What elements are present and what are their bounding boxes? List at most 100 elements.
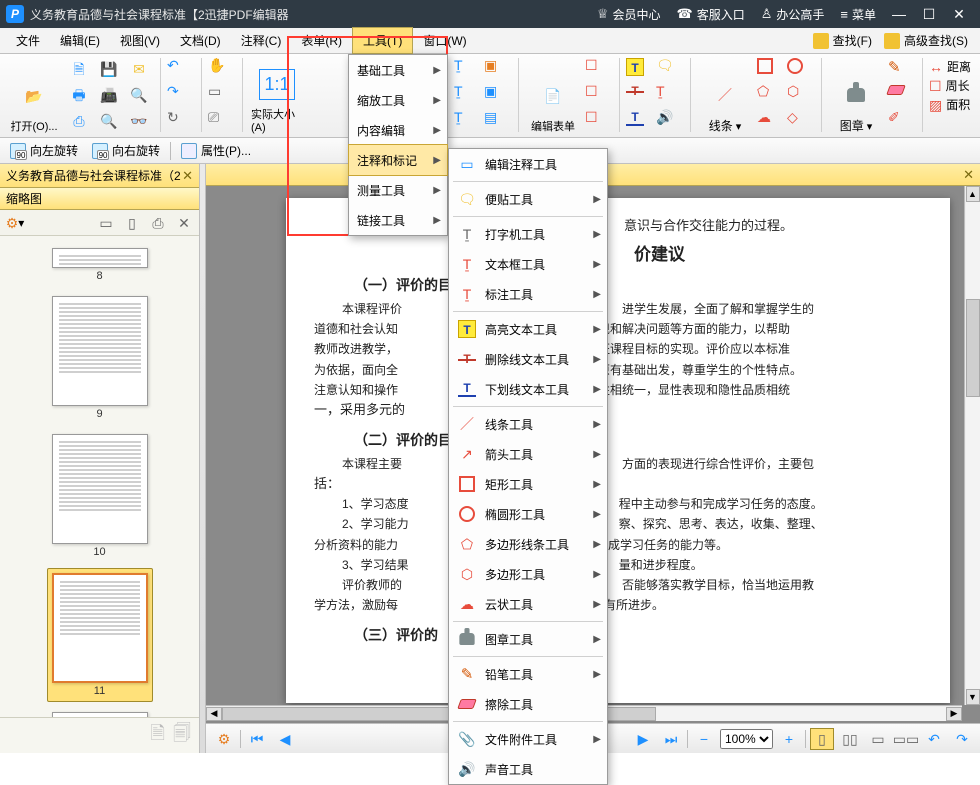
tools-zoom[interactable]: 缩放工具▶ xyxy=(349,85,447,115)
options-status-icon[interactable]: ⚙ xyxy=(212,728,236,750)
footer-page-icon[interactable]: 🗎 xyxy=(151,721,165,751)
annot-strike[interactable]: T删除线文本工具▶ xyxy=(449,344,607,374)
annot-highlight[interactable]: T高亮文本工具▶ xyxy=(449,314,607,344)
rotate-view-cw-icon[interactable]: ↷ xyxy=(950,728,974,750)
thumbnail-page-10[interactable]: 10 xyxy=(48,430,152,562)
zoom-thumb-in-icon[interactable]: ▯ xyxy=(123,214,141,232)
last-page-icon[interactable]: ⏭ xyxy=(659,728,683,750)
tools-measure[interactable]: 测量工具▶ xyxy=(349,175,447,205)
annot-cloud[interactable]: ☁云状工具▶ xyxy=(449,589,607,619)
tools-link[interactable]: 链接工具▶ xyxy=(349,205,447,235)
cloud-shape-icon[interactable]: ☁ xyxy=(757,110,785,134)
close-panel-icon[interactable]: ✕ xyxy=(175,214,193,232)
vertical-scrollbar[interactable]: ▲ ▼ xyxy=(964,186,980,705)
brush-icon[interactable]: ✐ xyxy=(888,110,916,134)
menu-tools[interactable]: 工具(T) xyxy=(352,27,413,54)
mail-icon[interactable]: ✉ xyxy=(126,58,152,80)
menu-view[interactable]: 视图(V) xyxy=(110,28,170,53)
close-doc-tab-icon[interactable]: ✕ xyxy=(963,167,974,183)
two-page-view-icon[interactable]: ▭ xyxy=(866,728,890,750)
print-icon[interactable]: 🖶 xyxy=(66,84,92,106)
annot-textbox[interactable]: Ṯ文本框工具▶ xyxy=(449,249,607,279)
annot-oval[interactable]: 椭圆形工具▶ xyxy=(449,499,607,529)
eraser-icon[interactable] xyxy=(888,84,916,108)
close-tab-icon[interactable]: ✕ xyxy=(182,168,193,184)
first-page-icon[interactable]: ⏮ xyxy=(245,728,269,750)
support-link[interactable]: ☎客服入口 xyxy=(677,6,745,23)
office-expert-link[interactable]: ♙办公高手 xyxy=(761,6,825,23)
scroll-right-icon[interactable]: ▶ xyxy=(946,707,962,721)
save-icon[interactable]: 💾 xyxy=(96,58,122,80)
single-page-view-icon[interactable]: ▯ xyxy=(810,728,834,750)
close-button[interactable]: ✕ xyxy=(944,6,974,23)
scroll-up-icon[interactable]: ▲ xyxy=(966,186,980,202)
annot-eraser[interactable]: 擦除工具 xyxy=(449,689,607,719)
menu-edit[interactable]: 编辑(E) xyxy=(50,28,110,53)
search-icon[interactable]: 🔍 xyxy=(126,84,152,106)
stamp-button[interactable]: 图章 ▾ xyxy=(828,58,884,136)
new-from-scanner-icon[interactable]: 🗎 xyxy=(66,58,92,80)
maximize-button[interactable]: ☐ xyxy=(914,6,944,23)
select-tool-icon[interactable]: ▭ xyxy=(208,84,236,108)
redo-icon[interactable]: ↷ xyxy=(167,84,195,108)
rect-shape-icon[interactable] xyxy=(757,58,785,82)
zoom-select[interactable]: 100% xyxy=(720,729,773,749)
menu-form[interactable]: 表单(R) xyxy=(291,28,352,53)
menu-file[interactable]: 文件 xyxy=(6,28,50,53)
zoom-out-icon[interactable]: − xyxy=(692,728,716,750)
edit-form-button[interactable]: 📄 编辑表单 xyxy=(525,58,581,136)
thumbnail-page-9[interactable]: 9 xyxy=(48,292,152,424)
zoom-in-icon[interactable]: + xyxy=(777,728,801,750)
properties-button[interactable]: 属性(P)... xyxy=(177,140,255,161)
vscroll-thumb[interactable] xyxy=(966,299,980,396)
form-field2-icon[interactable]: ☐ xyxy=(585,84,613,108)
print-thumb-icon[interactable]: ⎙ xyxy=(149,214,167,232)
textedit2-icon[interactable]: Ṯ xyxy=(454,84,482,108)
oval-shape-icon[interactable] xyxy=(787,58,815,82)
zoom-thumb-out-icon[interactable]: ▭ xyxy=(97,214,115,232)
annot-underline[interactable]: T下划线文本工具▶ xyxy=(449,374,607,404)
footer-copy-icon[interactable]: 🗐 xyxy=(173,721,191,751)
form-field3-icon[interactable]: ☐ xyxy=(585,110,613,134)
options-gear-icon[interactable]: ⚙▾ xyxy=(6,214,24,232)
note-icon[interactable]: 🗨 xyxy=(656,58,684,82)
polyline-shape-icon[interactable]: ⬡ xyxy=(787,84,815,108)
thumbnail-page-next[interactable] xyxy=(48,708,152,717)
strike-icon[interactable]: T xyxy=(626,84,654,108)
prev-page-icon[interactable]: ◀ xyxy=(273,728,297,750)
pencil-icon[interactable]: ✎ xyxy=(888,58,916,82)
underline-icon[interactable]: T xyxy=(626,110,654,134)
tools-basic[interactable]: 基础工具▶ xyxy=(349,55,447,85)
annot-edit[interactable]: ▭编辑注释工具 xyxy=(449,149,607,179)
tools-content-edit[interactable]: 内容编辑▶ xyxy=(349,115,447,145)
annot-attachment[interactable]: 📎文件附件工具▶ xyxy=(449,724,607,754)
textbox-icon[interactable]: Ṯ xyxy=(656,84,684,108)
annot-typewriter[interactable]: Ṯ打字机工具▶ xyxy=(449,219,607,249)
tools-annotate[interactable]: 注释和标记▶ xyxy=(349,145,447,175)
snapshot-tool-icon[interactable]: ⎚ xyxy=(208,110,236,134)
distance-tool[interactable]: ↔距离 xyxy=(929,58,971,75)
thumbnail-page-8[interactable]: 8 xyxy=(48,244,152,286)
thumbnail-page-11[interactable]: 11 xyxy=(47,568,153,702)
textedit3-icon[interactable]: Ṯ xyxy=(454,110,482,134)
two-continuous-view-icon[interactable]: ▭▭ xyxy=(894,728,918,750)
menu-window[interactable]: 窗口(W) xyxy=(413,28,476,53)
annot-pencil[interactable]: ✎铅笔工具▶ xyxy=(449,659,607,689)
next-page-icon[interactable]: ▶ xyxy=(631,728,655,750)
member-center-link[interactable]: ♕会员中心 xyxy=(597,6,661,23)
sound-icon[interactable]: 🔊 xyxy=(656,110,684,134)
actual-size-button[interactable]: 1:1 实际大小(A) xyxy=(249,58,305,136)
image-icon[interactable]: ▣ xyxy=(484,58,512,82)
undo-icon[interactable]: ↶ xyxy=(167,58,195,82)
menu-document[interactable]: 文档(D) xyxy=(170,28,231,53)
hand-tool-icon[interactable]: ✋ xyxy=(208,58,236,82)
annot-rect[interactable]: 矩形工具▶ xyxy=(449,469,607,499)
shade-icon[interactable]: ▤ xyxy=(484,110,512,134)
binoculars-icon[interactable]: 👓 xyxy=(126,110,152,132)
annot-sound[interactable]: 🔊声音工具 xyxy=(449,754,607,784)
annot-polyline[interactable]: ⬠多边形线条工具▶ xyxy=(449,529,607,559)
scan-icon[interactable]: 📠 xyxy=(96,84,122,106)
thumbnails-list[interactable]: 8 9 10 11 xyxy=(0,236,199,717)
annot-polygon[interactable]: ⬡多边形工具▶ xyxy=(449,559,607,589)
annot-line[interactable]: ／线条工具▶ xyxy=(449,409,607,439)
